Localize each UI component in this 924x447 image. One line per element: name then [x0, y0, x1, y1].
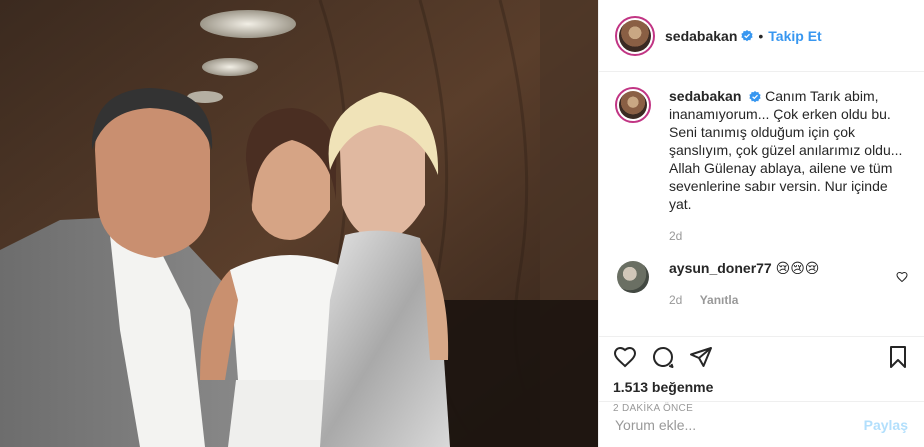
caption-username[interactable]: sedabakan — [669, 88, 741, 104]
comment-age[interactable]: 2d — [669, 293, 682, 307]
commenter-avatar[interactable] — [617, 261, 649, 293]
header-separator: • — [758, 27, 764, 44]
instagram-post: sedabakan • Takip Et sedabakan Canım Tar… — [0, 0, 924, 447]
verified-badge-icon — [741, 29, 753, 41]
comment-icon[interactable] — [649, 343, 677, 371]
post-header: sedabakan • Takip Et — [599, 0, 924, 72]
caption-avatar[interactable] — [615, 87, 651, 123]
author-avatar[interactable] — [615, 15, 655, 56]
bookmark-icon[interactable] — [884, 343, 912, 371]
comment-like-heart-icon[interactable] — [896, 271, 908, 283]
reply-button[interactable]: Yanıtla — [700, 293, 739, 307]
share-icon[interactable] — [687, 343, 715, 371]
caption-comment: sedabakan Canım Tarık abim, inanamıyorum… — [615, 87, 908, 245]
add-comment-bar: Paylaş — [599, 401, 924, 447]
author-username[interactable]: sedabakan — [665, 28, 737, 44]
heart-icon[interactable] — [611, 343, 639, 371]
likes-count[interactable]: 1.513 beğenme — [611, 379, 912, 395]
post-photo[interactable] — [0, 0, 598, 447]
comment-input[interactable] — [615, 416, 864, 433]
verified-badge-icon — [749, 91, 761, 103]
follow-button[interactable]: Takip Et — [768, 28, 821, 44]
commenter-username[interactable]: aysun_doner77 — [669, 260, 772, 276]
post-comment-button[interactable]: Paylaş — [864, 417, 908, 433]
caption-text: Canım Tarık abim, inanamıyorum... Çok er… — [669, 88, 903, 212]
comments-list: sedabakan Canım Tarık abim, inanamıyorum… — [599, 73, 924, 335]
comment-item: aysun_doner77 😢😢😢 2d Yanıtla — [615, 259, 908, 309]
post-side-panel: sedabakan • Takip Et sedabakan Canım Tar… — [598, 0, 924, 447]
caption-age[interactable]: 2d — [669, 229, 682, 243]
photo-illustration — [0, 0, 598, 447]
comment-text: 😢😢😢 — [775, 260, 820, 276]
